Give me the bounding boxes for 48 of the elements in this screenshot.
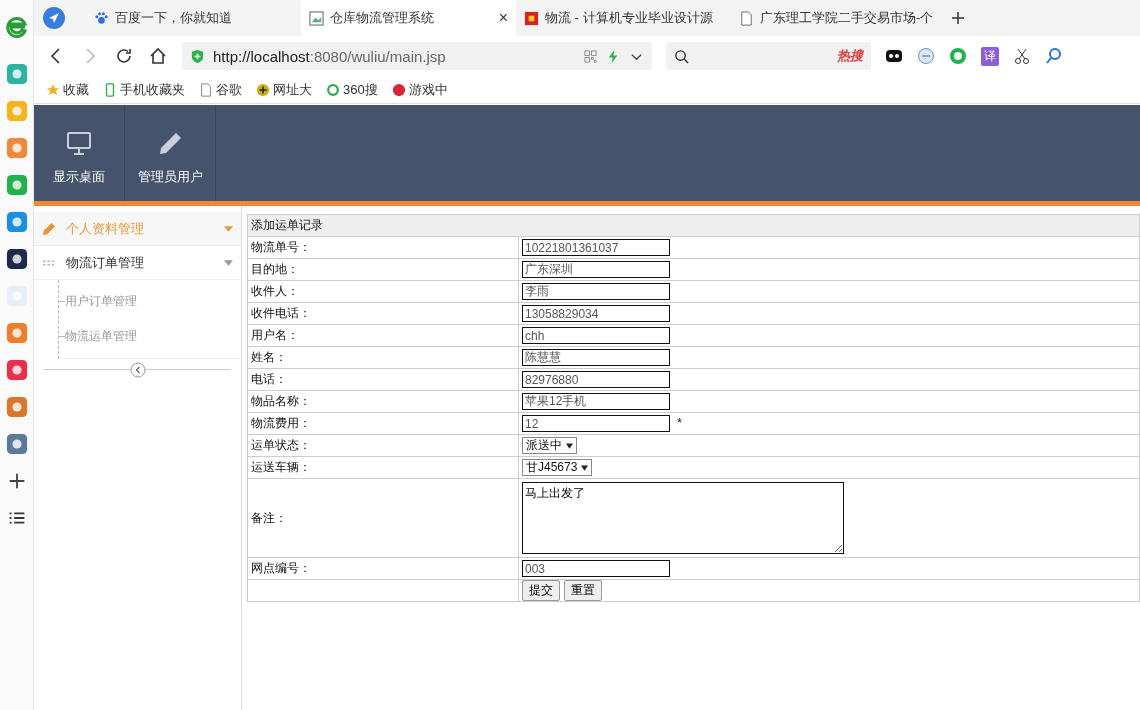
search-field[interactable]: 热搜	[666, 42, 871, 70]
field-label: 运单状态：	[247, 434, 519, 457]
text-field[interactable]: 003	[522, 560, 670, 577]
text-field[interactable]: 李雨	[522, 283, 670, 300]
form-title: 添加运单记录	[247, 214, 1140, 237]
required-mark: *	[677, 415, 682, 430]
field-label: 物流单号：	[247, 236, 519, 259]
header-nav-button[interactable]: 显示桌面	[34, 105, 125, 201]
address-field[interactable]: http://localhost:8080/wuliu/main.jsp	[182, 42, 652, 70]
translate-button[interactable]: 译	[981, 46, 999, 66]
header-nav-button[interactable]: 管理员用户	[125, 105, 216, 201]
field-label: 姓名：	[247, 346, 519, 369]
bookmark-item[interactable]: 360搜	[326, 80, 378, 99]
bookmark-item[interactable]: 网址大	[256, 80, 312, 99]
bookmark-item[interactable]: 手机收藏夹	[103, 80, 185, 99]
field-label: 备注：	[247, 478, 519, 558]
text-field[interactable]: 广东深圳	[522, 261, 670, 278]
field-label: 运送车辆：	[247, 456, 519, 479]
bookmark-item[interactable]: 游戏中	[391, 80, 448, 99]
bookmark-item[interactable]: 收藏	[46, 80, 89, 99]
field-label: 电话：	[247, 368, 519, 391]
field-label: 目的地：	[247, 258, 519, 281]
text-field[interactable]: 陈慧慧	[522, 349, 670, 366]
field-label: 收件电话：	[247, 302, 519, 325]
browser-tab[interactable]: 广东理工学院二手交易市场-个	[731, 0, 946, 36]
browser-tab[interactable]: 百度一下，你就知道	[86, 0, 301, 36]
browser-tab[interactable]: 物流 - 计算机专业毕业设计源	[516, 0, 731, 36]
field-label: 物品名称：	[247, 390, 519, 413]
field-label: 物流费用：	[247, 412, 519, 435]
field-label: 网点编号：	[247, 557, 519, 580]
text-field[interactable]: chh	[522, 327, 670, 344]
text-field[interactable]: 10221801361037	[522, 239, 670, 256]
browser-tab[interactable]: 仓库物流管理系统 ×	[301, 0, 516, 36]
field-label: 收件人：	[247, 280, 519, 303]
bookmark-item[interactable]: 谷歌	[199, 80, 242, 99]
dropdown[interactable]: 甘J45673	[522, 459, 593, 476]
dropdown[interactable]: 派送中	[522, 437, 577, 454]
sidebar-item[interactable]: 物流订单管理	[34, 246, 241, 280]
form-button[interactable]: 提交	[522, 580, 560, 601]
text-field[interactable]: 82976880	[522, 371, 670, 388]
hot-search-link[interactable]: 热搜	[837, 47, 863, 65]
remarks-field[interactable]: 马上出发了	[522, 482, 844, 554]
text-field[interactable]: 12	[522, 415, 670, 432]
text-field[interactable]: 苹果12手机	[522, 393, 670, 410]
close-tab-button[interactable]: ×	[498, 9, 508, 27]
text-field[interactable]: 13058829034	[522, 305, 670, 322]
field-label: 用户名：	[247, 324, 519, 347]
form-button[interactable]: 重置	[564, 580, 602, 601]
